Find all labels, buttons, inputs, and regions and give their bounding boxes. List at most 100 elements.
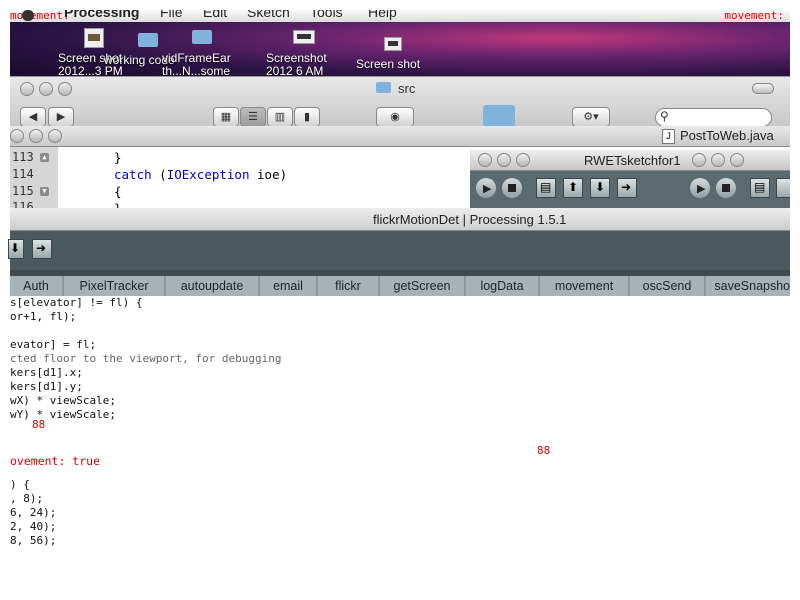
menu-file[interactable]: File xyxy=(160,10,183,19)
code-line: } xyxy=(114,150,122,165)
line-number: 114 xyxy=(12,167,34,181)
export-icon: ➜ xyxy=(621,180,632,194)
tab-getscreen[interactable]: getScreen xyxy=(380,276,466,296)
code-line: 6, 24); xyxy=(10,506,57,519)
code-line: 8, 56); xyxy=(10,534,57,547)
zoom-window-button[interactable] xyxy=(48,129,62,143)
menu-tools[interactable]: Tools xyxy=(310,10,343,19)
code-line: ) { xyxy=(10,478,30,491)
menu-app-name[interactable]: Processing xyxy=(64,10,139,19)
new-button[interactable]: ▤ xyxy=(750,178,770,198)
list-icon: ☰ xyxy=(248,111,258,123)
coverflow-view-button[interactable]: ▮ xyxy=(294,107,320,127)
icon-view-button[interactable]: ▦ xyxy=(213,107,239,127)
run-button[interactable]: ▶ xyxy=(476,178,496,198)
menu-bar: movement: Processing File Edit Sketch To… xyxy=(10,10,790,22)
save-button[interactable]: ⬇ xyxy=(590,178,610,198)
menu-edit[interactable]: Edit xyxy=(203,10,227,19)
window-title-bar xyxy=(686,150,790,171)
screenshot-file-icon[interactable] xyxy=(293,30,315,44)
screenshot-file-icon[interactable] xyxy=(84,28,104,48)
tab-savesnapshot[interactable]: saveSnapshot xyxy=(706,276,790,296)
code-line: 2, 40); xyxy=(10,520,57,533)
line-number: 115 xyxy=(12,184,34,198)
play-icon: ▶ xyxy=(483,183,492,195)
tab-autoupdate[interactable]: autoupdate xyxy=(166,276,260,296)
tab-pixeltracker[interactable]: PixelTracker xyxy=(64,276,166,296)
minimize-window-button[interactable] xyxy=(711,153,725,167)
minimize-window-button[interactable] xyxy=(497,153,511,167)
export-button[interactable]: ➜ xyxy=(617,178,637,198)
overlay-value: 88 xyxy=(537,444,551,457)
desktop-icon-label: vidFrameEar th...N...some xyxy=(162,51,231,78)
overlay-movement-status: ovement: true xyxy=(10,454,101,468)
code-line: wX) * viewScale; xyxy=(10,394,116,407)
overlay-value: 88 xyxy=(32,418,46,431)
search-field[interactable]: ⚲ xyxy=(655,108,772,127)
minimize-window-button[interactable] xyxy=(29,129,43,143)
stop-button[interactable] xyxy=(716,178,736,198)
menu-help[interactable]: Help xyxy=(368,10,397,19)
save-button[interactable]: ⬇ xyxy=(8,239,24,259)
close-window-button[interactable] xyxy=(20,82,34,96)
line-number: 116 xyxy=(12,200,34,208)
code-line: , 8); xyxy=(10,492,44,505)
export-button[interactable]: ➜ xyxy=(32,239,52,259)
quick-look-button[interactable]: ◉ xyxy=(376,107,414,127)
close-window-button[interactable] xyxy=(478,153,492,167)
desktop-icon-label: Screenshot 2012 6 AM xyxy=(266,51,327,78)
action-menu-button[interactable]: ⚙▾ xyxy=(572,107,610,127)
code-line: or+1, fl); xyxy=(10,310,77,323)
new-button[interactable]: ▤ xyxy=(536,178,556,198)
window-title: PostToWeb.java xyxy=(680,128,774,143)
tab-oscsend[interactable]: oscSend xyxy=(630,276,706,296)
tab-auth[interactable]: Auth xyxy=(10,276,64,296)
minimize-window-button[interactable] xyxy=(39,82,53,96)
window-title-bar: J PostToWeb.java xyxy=(10,126,790,147)
code-line: catch (IOException ioe) xyxy=(114,167,288,182)
zoom-window-button[interactable] xyxy=(516,153,530,167)
fold-up-icon[interactable]: ▲ xyxy=(40,153,49,162)
forward-button[interactable]: ▶ xyxy=(48,107,74,127)
open-button[interactable] xyxy=(776,178,790,198)
close-window-button[interactable] xyxy=(10,129,24,143)
line-number: 113 xyxy=(12,150,34,164)
column-view-button[interactable]: ▥ xyxy=(267,107,293,127)
rwet-sketch-window: ▶ ▤ xyxy=(686,150,790,208)
tab-logdata[interactable]: logData xyxy=(466,276,540,296)
menu-sketch[interactable]: Sketch xyxy=(247,10,290,19)
close-window-button[interactable] xyxy=(692,153,706,167)
code-line: s[elevator] != fl) { xyxy=(10,296,143,309)
tab-movement[interactable]: movement xyxy=(540,276,630,296)
overlay-text-movement-left: movement: xyxy=(10,10,70,22)
tab-flickr[interactable]: flickr xyxy=(318,276,380,296)
code-line: wY) * viewScale; xyxy=(10,408,116,421)
play-icon: ▶ xyxy=(697,183,706,195)
back-button[interactable]: ◀ xyxy=(20,107,46,127)
code-line: evator] = fl; xyxy=(10,338,97,351)
list-view-button[interactable]: ☰ xyxy=(240,107,266,127)
folder-icon[interactable] xyxy=(138,33,158,47)
export-icon: ➜ xyxy=(36,241,47,255)
folder-icon[interactable] xyxy=(192,30,212,44)
new-file-icon: ▤ xyxy=(540,180,552,194)
open-button[interactable]: ⬆ xyxy=(563,178,583,198)
folder-icon[interactable] xyxy=(483,105,515,127)
toolbar-toggle-button[interactable] xyxy=(752,83,774,94)
zoom-window-button[interactable] xyxy=(730,153,744,167)
window-title-bar: flickrMotionDet | Processing 1.5.1 xyxy=(10,208,790,231)
screenshot-file-icon[interactable] xyxy=(384,37,402,51)
code-comment: cted floor to the viewport, for debuggin… xyxy=(10,352,282,365)
zoom-window-button[interactable] xyxy=(58,82,72,96)
apple-icon[interactable] xyxy=(22,10,34,21)
stop-icon xyxy=(722,184,730,192)
fold-down-icon[interactable]: ▼ xyxy=(40,187,49,196)
overlay-text-movement-right: movement: xyxy=(724,10,784,22)
folder-icon xyxy=(376,82,391,93)
tab-email[interactable]: email xyxy=(260,276,318,296)
line-number-gutter: 113 ▲ 114 115 ▼ 116 xyxy=(10,147,58,210)
run-button[interactable]: ▶ xyxy=(690,178,710,198)
window-title: RWETsketchfor1 xyxy=(584,153,681,168)
stop-button[interactable] xyxy=(502,178,522,198)
gear-icon: ⚙▾ xyxy=(583,111,599,123)
